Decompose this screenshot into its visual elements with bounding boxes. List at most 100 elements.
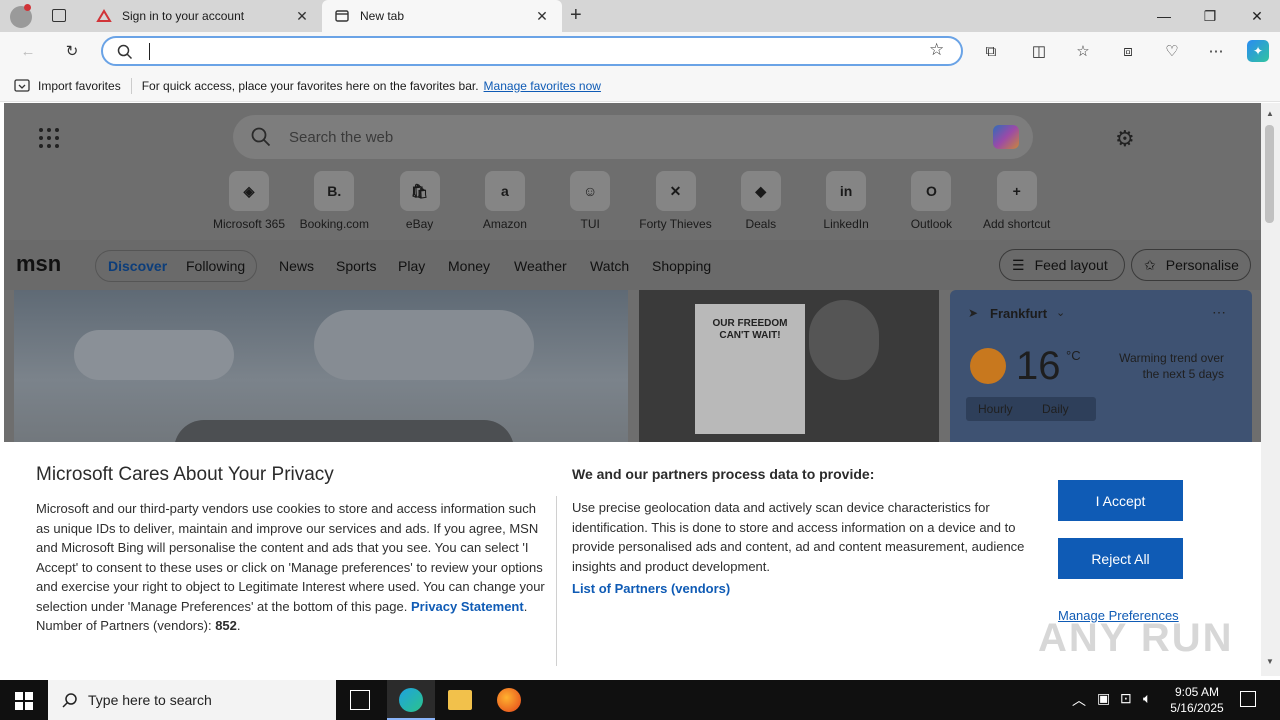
tab-following[interactable]: Following bbox=[186, 258, 245, 274]
msn-nav-bar: msn Discover Following News Sports Play … bbox=[4, 240, 1261, 290]
toggle-daily[interactable]: Daily bbox=[1042, 402, 1069, 416]
shortcut-label: Amazon bbox=[482, 217, 527, 231]
scrollbar-thumb[interactable] bbox=[1265, 125, 1274, 223]
shortcut-tile[interactable]: a Amazon bbox=[463, 171, 547, 231]
privacy-title: Microsoft Cares About Your Privacy bbox=[36, 464, 334, 485]
split-screen-icon[interactable]: ◫ bbox=[1028, 40, 1050, 62]
nav-play[interactable]: Play bbox=[398, 258, 425, 274]
shortcut-label: Deals bbox=[745, 217, 777, 231]
shortcut-tile[interactable]: ✕ Forty Thieves bbox=[634, 171, 718, 231]
msn-logo[interactable]: msn bbox=[16, 251, 61, 277]
favorites-icon[interactable]: ☆ bbox=[1072, 40, 1094, 62]
clock[interactable]: 9:05 AM 5/16/2025 bbox=[1170, 684, 1224, 716]
copilot-icon[interactable] bbox=[993, 125, 1019, 149]
close-tab-icon[interactable]: ✕ bbox=[534, 8, 550, 25]
settings-gear-icon[interactable]: ⚙ bbox=[1115, 126, 1135, 152]
nav-watch[interactable]: Watch bbox=[590, 258, 629, 274]
tab-actions-icon[interactable] bbox=[52, 9, 66, 22]
nav-weather[interactable]: Weather bbox=[514, 258, 567, 274]
restore-button[interactable]: ❐ bbox=[1187, 0, 1233, 32]
taskbar-search-placeholder: Type here to search bbox=[88, 692, 212, 708]
shortcut-tile[interactable]: ☺ TUI bbox=[548, 171, 632, 231]
address-bar[interactable]: ☆ bbox=[101, 36, 963, 66]
favorite-star-icon[interactable]: ☆ bbox=[929, 40, 944, 60]
shortcut-label: Booking.com bbox=[299, 217, 369, 231]
close-window-button[interactable]: ✕ bbox=[1234, 0, 1280, 32]
scroll-down-icon[interactable]: ▼ bbox=[1266, 657, 1274, 666]
collections-icon[interactable]: ⧈ bbox=[1117, 40, 1139, 62]
browser-essentials-icon[interactable]: ♡ bbox=[1161, 40, 1183, 62]
extensions-icon[interactable]: ⧉ bbox=[980, 40, 1002, 62]
personalise-button[interactable]: ✩ Personalise bbox=[1131, 249, 1251, 281]
notification-center-icon[interactable] bbox=[1240, 691, 1256, 707]
sliders-icon: ☰ bbox=[1012, 256, 1025, 273]
shortcut-tile[interactable]: ◆ Deals bbox=[719, 171, 803, 231]
tab-new-tab[interactable]: New tab ✕ bbox=[322, 0, 562, 32]
privacy-consent-banner: Microsoft Cares About Your Privacy Micro… bbox=[4, 442, 1261, 676]
task-view-icon[interactable] bbox=[350, 690, 370, 710]
shortcut-icon: O bbox=[911, 171, 952, 211]
edge-taskbar-button[interactable] bbox=[387, 680, 435, 720]
apps-grid-icon[interactable] bbox=[38, 127, 60, 149]
nav-shopping[interactable]: Shopping bbox=[652, 258, 711, 274]
volume-icon[interactable]: 🔈︎ bbox=[1143, 690, 1151, 707]
reject-all-button[interactable]: Reject All bbox=[1058, 538, 1183, 579]
web-search-box[interactable]: Search the web bbox=[233, 115, 1033, 159]
network-icon[interactable]: ⊡ bbox=[1120, 690, 1132, 707]
search-icon bbox=[117, 44, 133, 60]
file-explorer-icon[interactable] bbox=[448, 690, 472, 710]
weather-city[interactable]: Frankfurt bbox=[990, 306, 1047, 321]
back-icon[interactable]: ← bbox=[17, 40, 39, 62]
more-options-icon[interactable]: ⋯ bbox=[1205, 40, 1227, 62]
shortcut-icon: B. bbox=[314, 171, 355, 211]
cloud-shape bbox=[74, 330, 234, 380]
privacy-body-text: Microsoft and our third-party vendors us… bbox=[36, 501, 545, 614]
shortcut-tile[interactable]: B. Booking.com bbox=[292, 171, 376, 231]
more-options-icon[interactable]: ⋯ bbox=[1212, 304, 1226, 321]
tab-title: New tab bbox=[360, 9, 405, 23]
feed-tabs: Discover Following bbox=[95, 250, 257, 282]
scroll-up-icon[interactable]: ▲ bbox=[1266, 109, 1274, 118]
feed-layout-button[interactable]: ☰ Feed layout bbox=[999, 249, 1125, 281]
toggle-hourly[interactable]: Hourly bbox=[978, 402, 1013, 416]
import-favorites-button[interactable]: Import favorites bbox=[38, 79, 121, 93]
tab-discover[interactable]: Discover bbox=[108, 258, 167, 274]
tray-chevron-icon[interactable]: ︿ bbox=[1072, 690, 1086, 710]
weather-unit: °C bbox=[1066, 348, 1081, 363]
close-tab-icon[interactable]: ✕ bbox=[294, 8, 310, 25]
taskbar-search[interactable]: Type here to search bbox=[48, 680, 336, 720]
shortcut-icon: ✕ bbox=[655, 171, 696, 211]
refresh-icon[interactable]: ↻ bbox=[61, 40, 83, 62]
text-cursor bbox=[149, 43, 150, 60]
data-processing-heading: We and our partners process data to prov… bbox=[572, 466, 875, 482]
accept-button[interactable]: I Accept bbox=[1058, 480, 1183, 521]
shortcut-tile[interactable]: O Outlook bbox=[889, 171, 973, 231]
star-edit-icon: ✩ bbox=[1144, 256, 1156, 273]
tray-device-icon[interactable]: ▣ bbox=[1097, 690, 1110, 707]
partners-count-label: Number of Partners (vendors): bbox=[36, 618, 212, 633]
tab-sign-in[interactable]: Sign in to your account ✕ bbox=[84, 0, 322, 32]
personalise-label: Personalise bbox=[1165, 257, 1239, 273]
new-tab-button[interactable]: + bbox=[570, 4, 590, 28]
firefox-icon[interactable] bbox=[497, 688, 521, 712]
nav-news[interactable]: News bbox=[279, 258, 314, 274]
cloud-shape bbox=[314, 310, 534, 380]
privacy-statement-link[interactable]: Privacy Statement bbox=[411, 599, 524, 614]
minimize-button[interactable]: — bbox=[1141, 0, 1187, 32]
profile-avatar-icon[interactable] bbox=[10, 4, 32, 28]
nav-money[interactable]: Money bbox=[448, 258, 490, 274]
windows-start-icon[interactable] bbox=[15, 692, 33, 710]
shortcut-tile[interactable]: ◈ Microsoft 365 bbox=[207, 171, 291, 231]
list-of-partners-link[interactable]: List of Partners (vendors) bbox=[572, 581, 730, 596]
shortcut-tile[interactable]: in LinkedIn bbox=[804, 171, 888, 231]
shortcut-tile[interactable]: 🛍 eBay bbox=[378, 171, 462, 231]
copilot-icon[interactable]: ✦ bbox=[1247, 40, 1269, 62]
manage-favorites-link[interactable]: Manage favorites now bbox=[484, 79, 601, 93]
privacy-body: Microsoft and our third-party vendors us… bbox=[36, 501, 545, 633]
chevron-down-icon[interactable]: ⌄ bbox=[1056, 306, 1065, 319]
nav-sports[interactable]: Sports bbox=[336, 258, 376, 274]
divider bbox=[556, 496, 557, 666]
sun-icon bbox=[970, 348, 1006, 384]
shortcut-tile[interactable]: + Add shortcut bbox=[975, 171, 1059, 231]
page-scrollbar[interactable]: ▲ ▼ bbox=[1261, 103, 1280, 676]
